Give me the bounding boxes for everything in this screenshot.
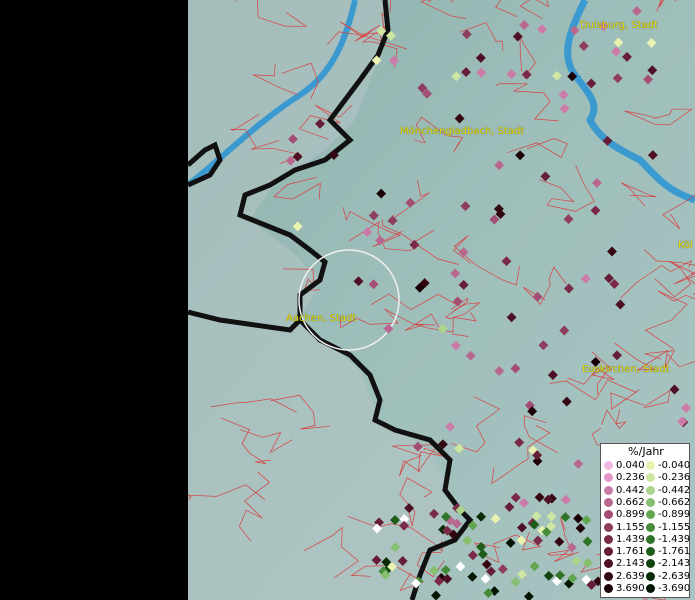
city-label-koeln: Köl [678, 240, 693, 251]
legend-swatch [646, 510, 655, 520]
city-label-euskirchen: Euskirchen, Stadt [582, 364, 670, 375]
legend-label: 0.899 [616, 509, 645, 521]
legend-swatch [604, 534, 613, 544]
legend-swatch [646, 461, 655, 470]
legend-swatch [646, 473, 655, 483]
legend-label: -1.439 [658, 533, 691, 545]
legend-swatch [646, 497, 655, 507]
legend-label: -2.143 [658, 558, 691, 570]
legend-label: 2.639 [616, 570, 645, 582]
legend-title: %/Jahr [628, 445, 664, 458]
legend: %/Jahr 0.040 0.236 0.442 0.662 0.899 1.155 1.4… [600, 443, 690, 598]
legend-swatch [604, 571, 613, 581]
legend-swatch [646, 547, 655, 557]
legend-swatch [604, 473, 613, 483]
legend-swatch [646, 534, 655, 544]
legend-swatch [604, 584, 613, 593]
legend-swatch [646, 559, 655, 569]
legend-label: -3.690 [658, 583, 691, 594]
legend-label: -0.662 [658, 496, 691, 508]
legend-label: -1.155 [658, 521, 691, 533]
city-label-moenchengladbach: Mönchengladbach, Stadt [400, 126, 525, 137]
legend-swatch [604, 547, 613, 557]
legend-swatch [604, 461, 613, 470]
city-label-aachen: Aachen, Stadt [286, 313, 357, 324]
legend-label: 0.236 [616, 472, 645, 484]
legend-swatch [604, 497, 613, 507]
legend-label: -2.639 [658, 570, 691, 582]
legend-label: -0.236 [658, 472, 691, 484]
legend-label: 1.439 [616, 533, 645, 545]
legend-label: 0.442 [616, 484, 645, 496]
legend-label: -0.899 [658, 509, 691, 521]
legend-label: 0.662 [616, 496, 645, 508]
legend-swatch [646, 571, 655, 581]
legend-label: 0.040 [616, 460, 645, 471]
legend-swatch [604, 559, 613, 569]
legend-label: 1.155 [616, 521, 645, 533]
city-label-duisburg: Duisburg, Stadt [580, 20, 659, 31]
legend-label: 2.143 [616, 558, 645, 570]
legend-label: 3.690 [616, 583, 645, 594]
legend-label: -0.442 [658, 484, 691, 496]
legend-swatch [646, 522, 655, 532]
legend-swatch [646, 584, 655, 593]
legend-swatch [604, 510, 613, 520]
legend-label: -1.761 [658, 546, 691, 558]
legend-swatch [604, 485, 613, 495]
legend-label: -0.040 [658, 460, 691, 471]
legend-swatch [646, 485, 655, 495]
legend-swatch [604, 522, 613, 532]
legend-label: 1.761 [616, 546, 645, 558]
